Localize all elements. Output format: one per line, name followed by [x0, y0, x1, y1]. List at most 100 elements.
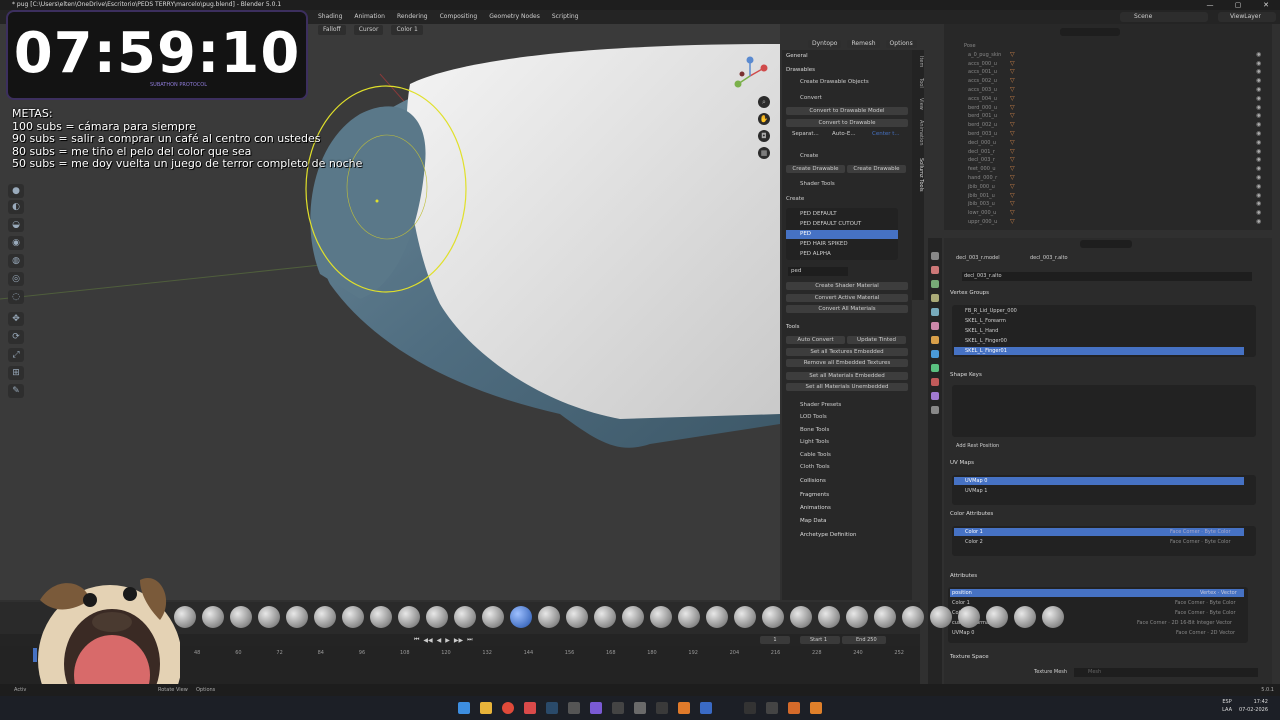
- texture-mesh-field[interactable]: Mesh: [1074, 668, 1258, 677]
- brush-preset[interactable]: [930, 606, 952, 628]
- outliner-item[interactable]: berd_003_u: [968, 130, 997, 139]
- grid-icon[interactable]: ▦: [758, 147, 770, 159]
- visibility-eye-icon[interactable]: ◉: [1256, 139, 1261, 146]
- properties-tab-icon[interactable]: [931, 364, 939, 372]
- brush-preset[interactable]: [370, 606, 392, 628]
- color-attributes-header[interactable]: Color Attributes: [950, 511, 993, 517]
- visibility-eye-icon[interactable]: ◉: [1256, 156, 1261, 163]
- brush-preset[interactable]: [202, 606, 224, 628]
- brush-preset[interactable]: [790, 606, 812, 628]
- camera-icon[interactable]: ◘: [758, 130, 770, 142]
- tab-geometry-nodes[interactable]: Geometry Nodes: [483, 10, 546, 24]
- attribute-item[interactable]: UVMap 0: [952, 629, 974, 638]
- chrome-icon[interactable]: [502, 702, 514, 714]
- draw-tool-icon[interactable]: ●: [8, 184, 24, 198]
- brush-preset[interactable]: [342, 606, 364, 628]
- outliner-item[interactable]: decl_003_r: [968, 156, 995, 165]
- annotate-tool-icon[interactable]: ✎: [8, 384, 24, 398]
- properties-tab-icon[interactable]: [931, 280, 939, 288]
- brush-preset[interactable]: [734, 606, 756, 628]
- visibility-eye-icon[interactable]: ◉: [1256, 60, 1261, 67]
- properties-tab-icon[interactable]: [931, 336, 939, 344]
- brush-preset[interactable]: [174, 606, 196, 628]
- outliner-item[interactable]: accs_004_u: [968, 95, 997, 104]
- app-icon[interactable]: [524, 702, 536, 714]
- grab-tool-icon[interactable]: ◎: [8, 272, 24, 286]
- create-drawable-objects-item[interactable]: Create Drawable Objects: [786, 78, 908, 87]
- outliner-item[interactable]: jbib_003_u: [968, 200, 995, 209]
- viewlayer-selector[interactable]: ViewLayer: [1218, 12, 1276, 22]
- create-shader-material-button[interactable]: Create Shader Material: [786, 282, 908, 290]
- animations-section[interactable]: Animations: [786, 504, 908, 513]
- outliner-item[interactable]: accs_000_u: [968, 60, 997, 69]
- uv-map-selected-row[interactable]: [954, 477, 1244, 485]
- falloff-menu[interactable]: Falloff: [318, 25, 346, 35]
- attributes-header[interactable]: Attributes: [950, 573, 977, 579]
- fragments-section[interactable]: Fragments: [786, 491, 908, 500]
- app-icon[interactable]: [766, 702, 778, 714]
- vertex-group-item-selected[interactable]: SKEL_L_Finger01: [965, 347, 1007, 356]
- shader-list-item-selected[interactable]: PED: [786, 230, 898, 239]
- convert-to-drawable-model-button[interactable]: Convert to Drawable Model: [786, 107, 908, 115]
- tab-rendering[interactable]: Rendering: [391, 10, 434, 24]
- current-frame-field[interactable]: 1: [760, 636, 790, 644]
- visibility-eye-icon[interactable]: ◉: [1256, 209, 1261, 216]
- brush-preset[interactable]: [678, 606, 700, 628]
- prev-key-icon[interactable]: ◀◀: [423, 637, 432, 644]
- remesh-menu[interactable]: Remesh: [847, 40, 880, 48]
- shader-list-item[interactable]: PED ALPHA: [786, 250, 908, 259]
- properties-tab-icon[interactable]: [931, 294, 939, 302]
- minimize-icon[interactable]: —: [1196, 0, 1224, 10]
- shader-tools-section[interactable]: Shader Tools: [786, 180, 908, 189]
- jump-end-icon[interactable]: ⏭: [467, 636, 472, 644]
- color-attribute-item[interactable]: Color 1: [965, 528, 983, 537]
- brush-preset[interactable]: [230, 606, 252, 628]
- general-section[interactable]: General: [786, 52, 908, 61]
- brush-preset[interactable]: [286, 606, 308, 628]
- app-icon[interactable]: [568, 702, 580, 714]
- visibility-eye-icon[interactable]: ◉: [1256, 192, 1261, 199]
- close-icon[interactable]: ✕: [1252, 0, 1280, 10]
- tab-animation-side[interactable]: Animation: [912, 120, 924, 146]
- outliner-item[interactable]: lowr_000_u: [968, 209, 996, 218]
- create-drawable-button[interactable]: Create Drawable: [786, 165, 845, 173]
- outliner-item[interactable]: berd_001_u: [968, 112, 997, 121]
- outliner-search-input[interactable]: [1060, 28, 1120, 36]
- outliner-item[interactable]: berd_000_u: [968, 104, 997, 113]
- visibility-eye-icon[interactable]: ◉: [1256, 200, 1261, 207]
- brush-preset[interactable]: [846, 606, 868, 628]
- auto-convert-button[interactable]: Auto Convert: [786, 336, 845, 344]
- mesh-name-field[interactable]: decl_003_r.alto: [962, 272, 1252, 281]
- start-frame-field[interactable]: Start 1: [800, 636, 840, 644]
- drawables-section[interactable]: Drawables: [786, 66, 908, 75]
- brush-preset[interactable]: [566, 606, 588, 628]
- brush-preset[interactable]: [482, 606, 504, 628]
- center-option[interactable]: Center t...: [872, 130, 908, 139]
- properties-tab-icon[interactable]: [931, 392, 939, 400]
- brush-preset[interactable]: [958, 606, 980, 628]
- brush-preset[interactable]: [762, 606, 784, 628]
- vertex-group-item[interactable]: FB_R_Lid_Upper_000: [965, 307, 1017, 316]
- cable-tools-section[interactable]: Cable Tools: [786, 451, 908, 460]
- app-icon[interactable]: [700, 702, 712, 714]
- brush-preset[interactable]: [986, 606, 1008, 628]
- outliner-item[interactable]: accs_003_u: [968, 86, 997, 95]
- vertex-group-item[interactable]: SKEL_L_Forearm: [965, 317, 1006, 326]
- outliner-item[interactable]: Pose: [964, 42, 976, 51]
- end-frame-field[interactable]: End 250: [842, 636, 886, 644]
- visibility-eye-icon[interactable]: ◉: [1256, 104, 1261, 111]
- jump-start-icon[interactable]: ⏮: [414, 636, 419, 644]
- brush-preset[interactable]: [902, 606, 924, 628]
- outliner-item[interactable]: berd_002_u: [968, 121, 997, 130]
- brush-preset[interactable]: [650, 606, 672, 628]
- clay-tool-icon[interactable]: ◐: [8, 200, 24, 214]
- tab-compositing[interactable]: Compositing: [434, 10, 484, 24]
- visibility-eye-icon[interactable]: ◉: [1256, 86, 1261, 93]
- brush-preset[interactable]: [1014, 606, 1036, 628]
- visibility-eye-icon[interactable]: ◉: [1256, 174, 1261, 181]
- set-all-materials-unembedded-button[interactable]: Set all Materials Unembedded: [786, 383, 908, 391]
- tab-scripting[interactable]: Scripting: [546, 10, 585, 24]
- brush-preset[interactable]: [818, 606, 840, 628]
- set-all-materials-embedded-button[interactable]: Set all Materials Embedded: [786, 372, 908, 380]
- rotate-tool-icon[interactable]: ⟳: [8, 330, 24, 344]
